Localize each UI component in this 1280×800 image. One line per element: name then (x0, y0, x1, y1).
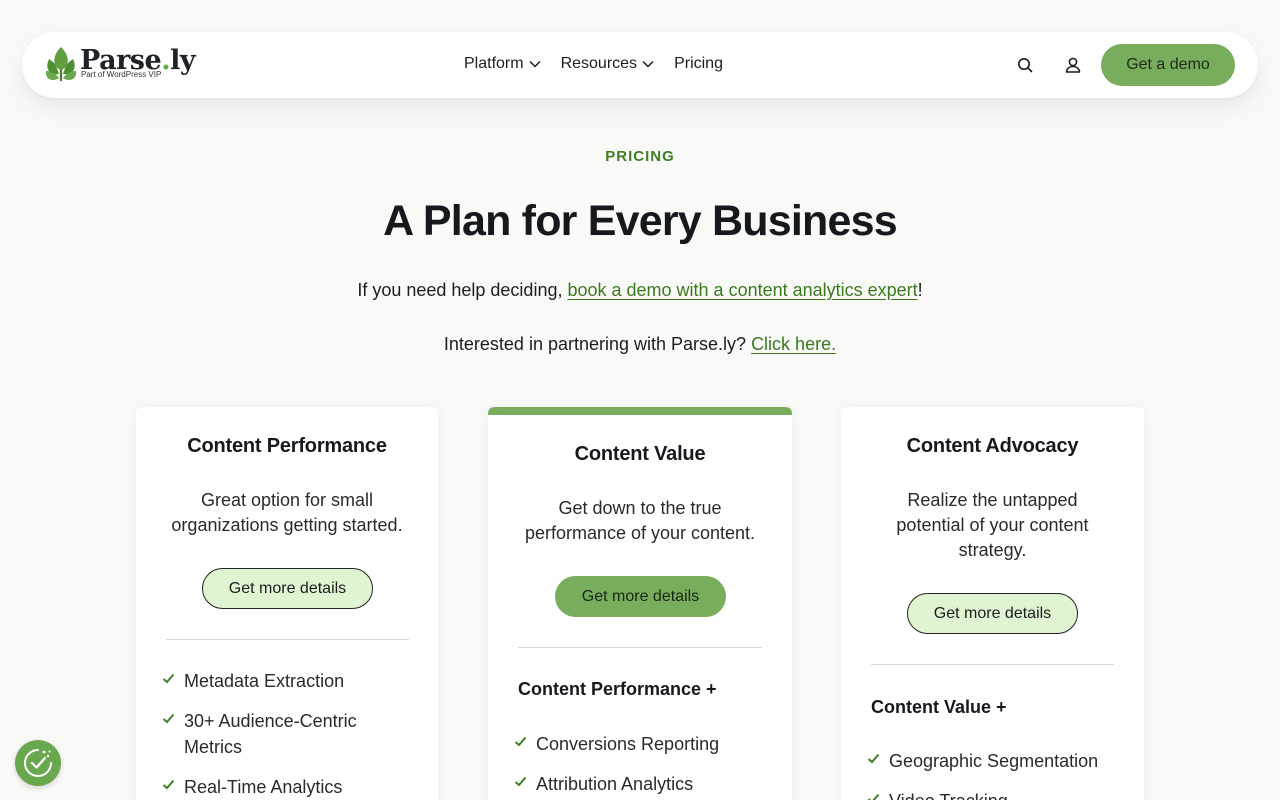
check-icon (162, 673, 175, 684)
divider (518, 647, 762, 648)
feature-label: Metadata Extraction (184, 671, 345, 691)
cookie-consent-icon (24, 749, 52, 777)
list-item: 30+ Audience-Centric Metrics (162, 708, 412, 760)
nav-pricing[interactable]: Pricing (674, 55, 723, 73)
feature-label: Conversions Reporting (536, 734, 720, 754)
partner-text-prefix: Interested in partnering with Parse.ly? (443, 334, 752, 354)
feature-label: Real-Time Analytics (184, 777, 343, 797)
chevron-down-icon (642, 60, 654, 68)
check-icon (867, 793, 880, 800)
feature-label: 30+ Audience-Centric Metrics (184, 711, 357, 757)
check-icon (514, 736, 527, 747)
plan-card-content-advocacy: Content Advocacy Realize the untapped po… (841, 407, 1144, 800)
nav-resources[interactable]: Resources (561, 55, 654, 73)
nav-platform[interactable]: Platform (464, 55, 541, 73)
help-text-prefix: If you need help deciding, (357, 280, 568, 300)
site-header: Parse.ly Part of WordPress VIP Platform … (22, 32, 1258, 98)
page-title: A Plan for Every Business (383, 197, 898, 245)
search-icon[interactable] (1014, 54, 1036, 76)
check-icon (514, 776, 527, 787)
feature-list: Metadata Extraction 30+ Audience-Centric… (162, 668, 412, 800)
section-eyebrow: PRICING (605, 148, 675, 165)
list-item: Conversions Reporting (514, 731, 774, 757)
chevron-down-icon (529, 60, 541, 68)
divider (166, 639, 409, 640)
feature-label: Video Tracking (889, 791, 1008, 800)
plan-includes: Content Performance + (518, 679, 717, 699)
get-more-details-button[interactable]: Get more details (555, 576, 726, 617)
cookie-consent-button[interactable] (15, 740, 61, 786)
leaf-logo-icon (45, 47, 77, 81)
help-text-suffix: ! (917, 280, 923, 300)
get-more-details-button[interactable]: Get more details (907, 593, 1078, 634)
divider (871, 664, 1114, 665)
get-more-details-button[interactable]: Get more details (202, 568, 373, 609)
featured-plan-bar (488, 407, 792, 415)
parsely-logo[interactable]: Parse.ly Part of WordPress VIP (44, 46, 196, 83)
nav-pricing-label: Pricing (674, 55, 723, 72)
check-icon (162, 713, 175, 724)
plan-description: Realize the untapped potential of your c… (896, 490, 1089, 560)
plan-card-content-performance: Content Performance Great option for sma… (136, 407, 438, 800)
plan-name: Content Performance (187, 435, 387, 457)
list-item: Video Tracking (867, 788, 1127, 800)
plan-includes: Content Value + (871, 697, 1007, 717)
user-icon[interactable] (1062, 54, 1084, 76)
check-icon (867, 753, 880, 764)
partner-link[interactable]: Click here. (751, 334, 836, 354)
nav-platform-label: Platform (464, 55, 524, 72)
list-item: Real-Time Analytics (162, 774, 412, 800)
feature-list: Conversions Reporting Attribution Analyt… (514, 731, 774, 797)
feature-list: Geographic Segmentation Video Tracking (867, 748, 1127, 800)
plan-name: Content Advocacy (906, 435, 1079, 457)
book-demo-link[interactable]: book a demo with a content analytics exp… (567, 280, 917, 300)
feature-label: Attribution Analytics (536, 774, 694, 794)
nav-resources-label: Resources (560, 55, 638, 72)
help-text: If you need help deciding, book a demo w… (0, 280, 1280, 301)
get-demo-button[interactable]: Get a demo (1101, 44, 1235, 86)
plan-card-content-value: Content Value Get down to the true perfo… (488, 407, 792, 800)
check-icon (162, 779, 175, 790)
plan-description: Get down to the true performance of your… (524, 498, 756, 543)
feature-label: Geographic Segmentation (889, 751, 1099, 771)
list-item: Attribution Analytics (514, 771, 774, 797)
plan-description: Great option for small organizations get… (171, 490, 403, 535)
list-item: Metadata Extraction (162, 668, 412, 694)
list-item: Geographic Segmentation (867, 748, 1127, 774)
partner-text: Interested in partnering with Parse.ly? … (0, 334, 1280, 355)
main-nav: Platform Resources Pricing (464, 55, 743, 73)
plan-name: Content Value (574, 443, 706, 465)
